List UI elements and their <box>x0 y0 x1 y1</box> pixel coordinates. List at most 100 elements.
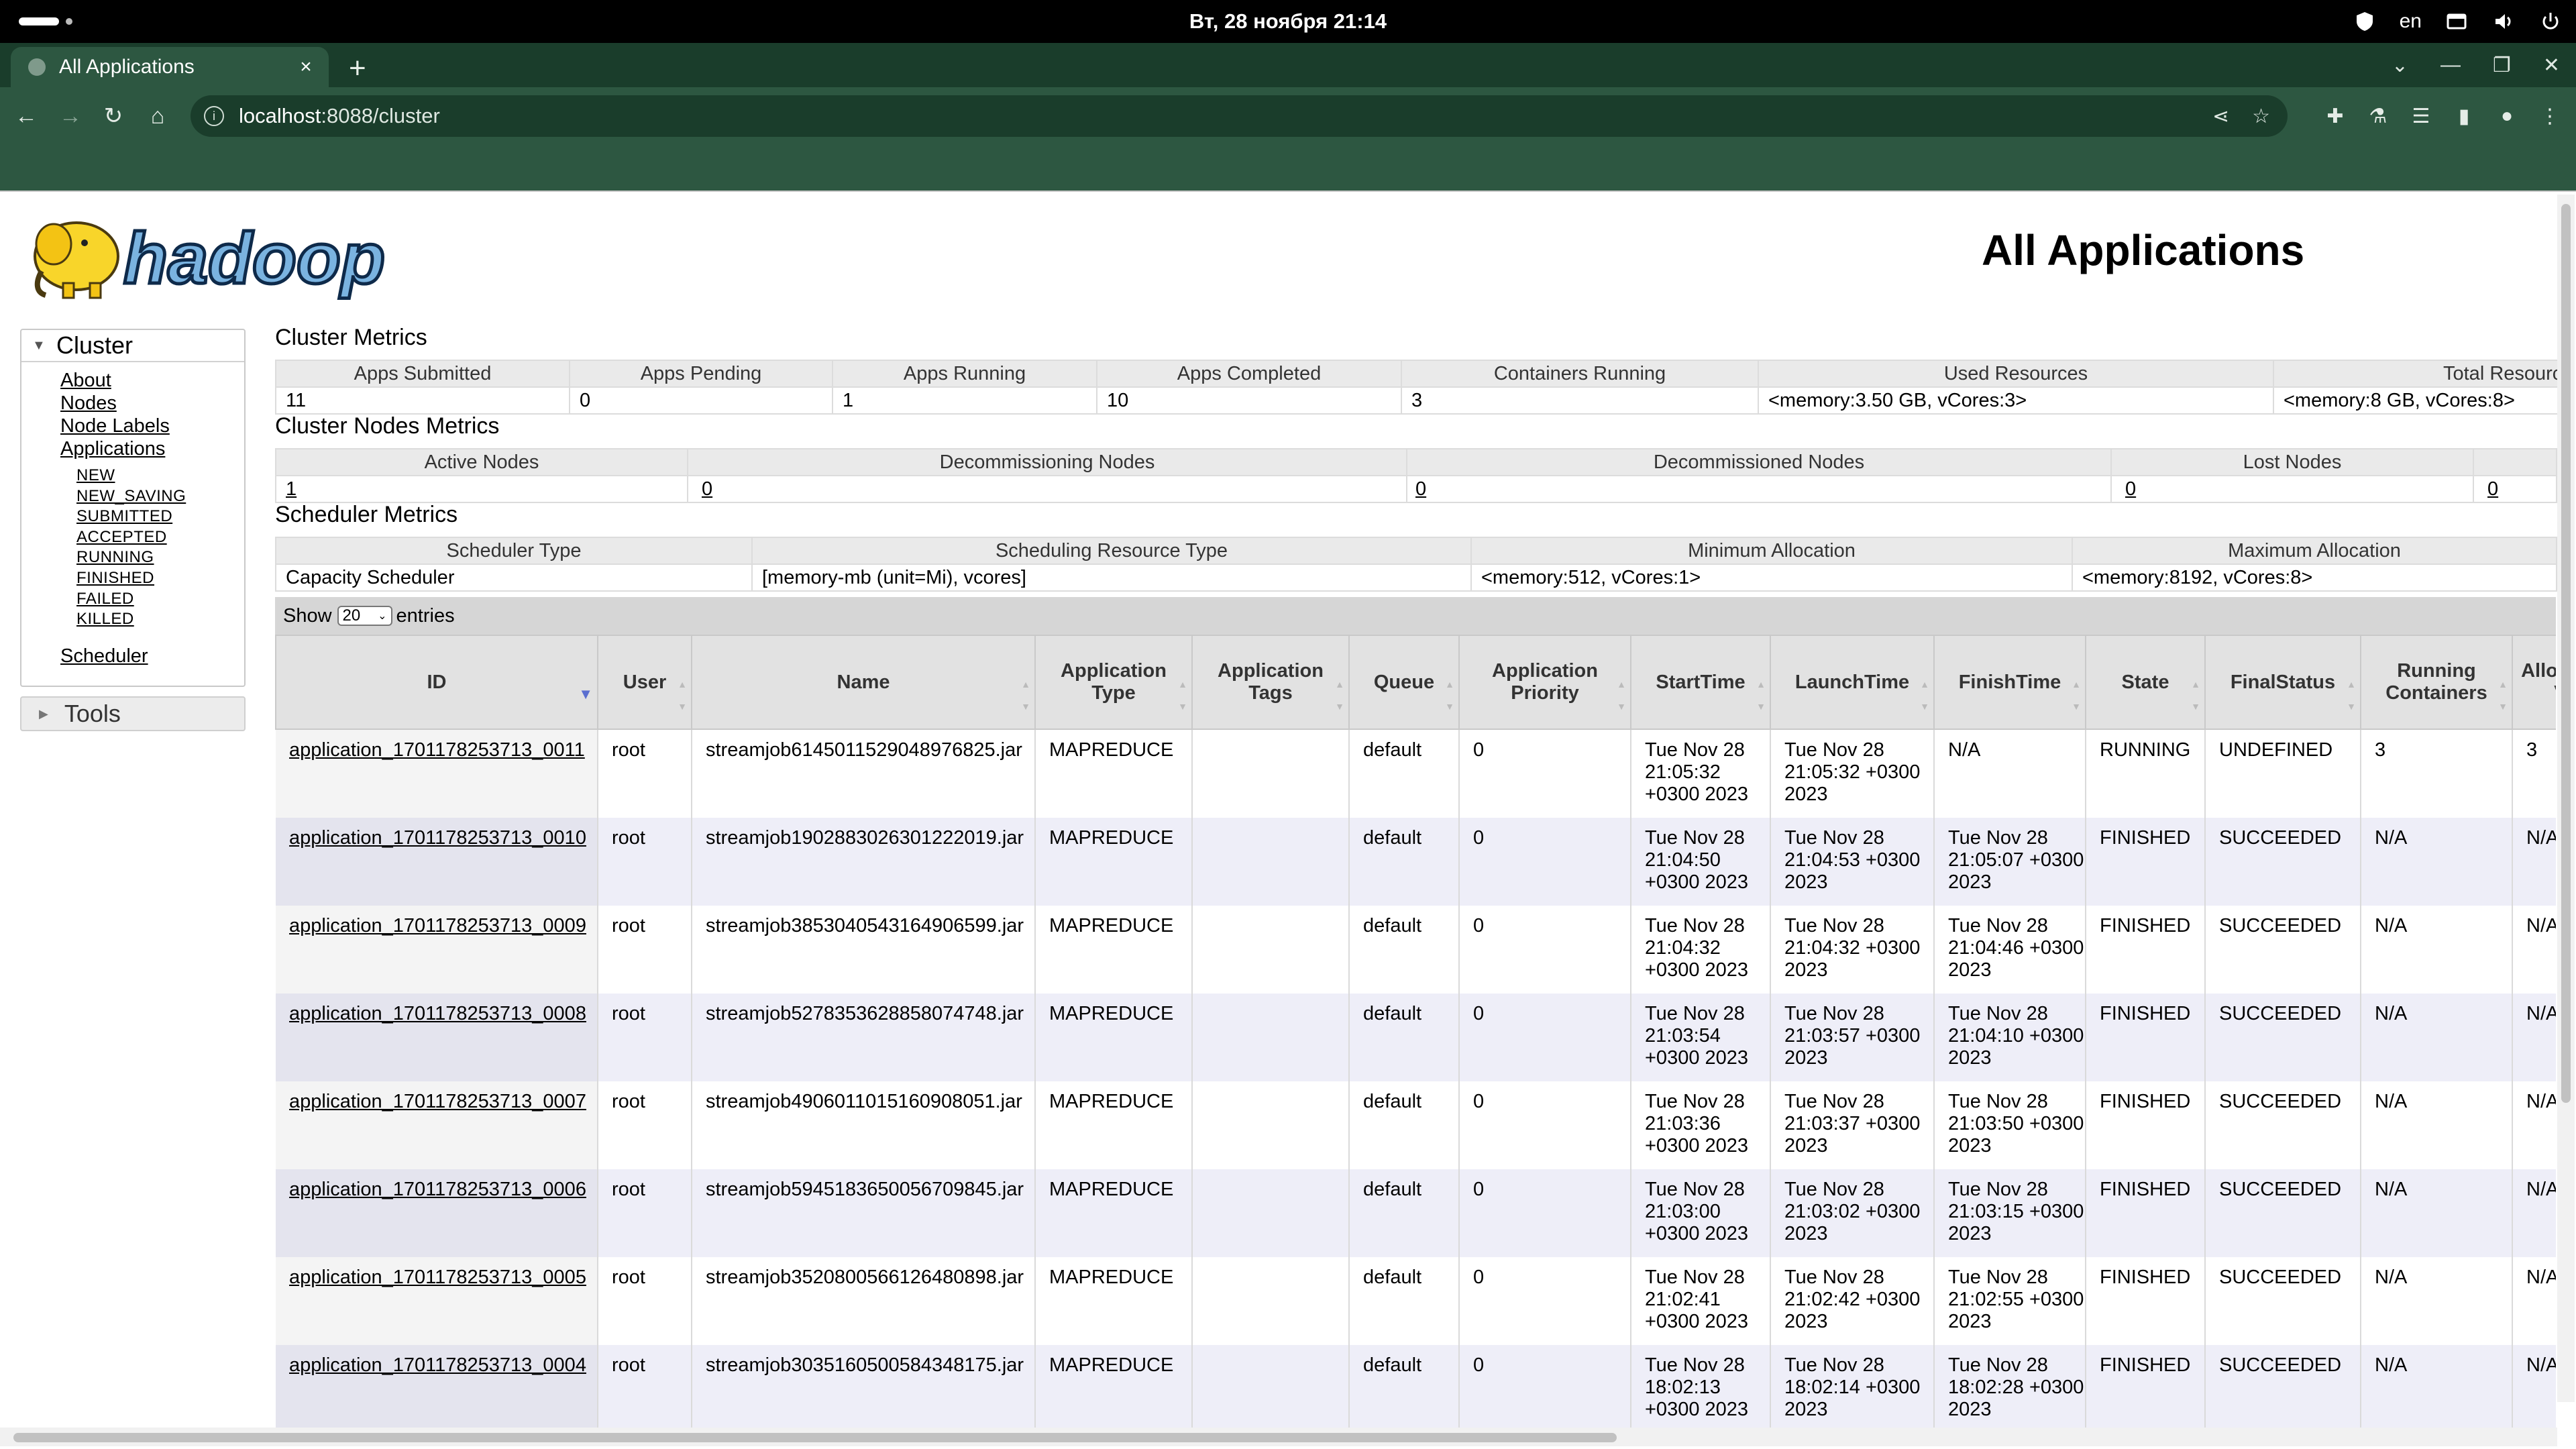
state-link-new-saving[interactable]: NEW_SAVING <box>76 486 244 507</box>
close-window-icon[interactable]: ✕ <box>2543 54 2560 77</box>
bookmark-star-icon[interactable]: ☆ <box>2252 105 2270 128</box>
app-id-link[interactable]: application_1701178253713_0010 <box>289 827 586 849</box>
app-id-cell: application_1701178253713_0008 <box>276 994 598 1081</box>
screen-icon[interactable] <box>2445 9 2469 34</box>
column-header-priority[interactable]: Application Priority ▲ ▼ <box>1458 635 1631 730</box>
lab-flask-icon[interactable]: ⚗ <box>2367 105 2390 128</box>
back-icon[interactable]: ← <box>15 103 38 129</box>
column-header-name[interactable]: Name ▲ ▼ <box>691 635 1036 730</box>
browser-tab[interactable]: All Applications × <box>11 47 329 87</box>
metric-header: Total Resources <box>2273 360 2571 388</box>
app-start-time-cell: Tue Nov 28 21:04:50 +0300 2023 <box>1631 818 1771 906</box>
app-id-link[interactable]: application_1701178253713_0006 <box>289 1179 586 1200</box>
tab-close-icon[interactable]: × <box>292 56 319 78</box>
state-link-failed[interactable]: FAILED <box>76 589 244 610</box>
vertical-scrollbar[interactable] <box>2557 195 2575 1402</box>
app-id-link[interactable]: application_1701178253713_0011 <box>289 739 585 761</box>
restore-icon[interactable]: ❐ <box>2493 54 2511 77</box>
vertical-scroll-thumb[interactable] <box>2561 204 2571 1103</box>
active-nodes-link[interactable]: 1 <box>286 478 297 500</box>
app-allocated-vcores-cell: N/A <box>2512 994 2556 1081</box>
decommissioned-nodes-link[interactable]: 0 <box>1415 478 1426 500</box>
column-header-finalstatus[interactable]: FinalStatus ▲ ▼ <box>2204 635 2361 730</box>
nav-link-about[interactable]: About <box>60 369 244 392</box>
nav-link-node-labels[interactable]: Node Labels <box>60 415 244 437</box>
app-id-link[interactable]: application_1701178253713_0007 <box>289 1091 586 1112</box>
profile-avatar-icon[interactable]: ● <box>2496 105 2518 127</box>
media-queue-icon[interactable]: ☰ <box>2410 105 2432 128</box>
app-tags-cell <box>1192 729 1350 818</box>
column-header-type[interactable]: Application Type ▲ ▼ <box>1034 635 1193 730</box>
table-row: application_1701178253713_0004 root stream… <box>276 1345 2556 1433</box>
column-header-starttime[interactable]: StartTime ▲ ▼ <box>1630 635 1771 730</box>
app-queue-cell: default <box>1349 1081 1460 1169</box>
state-link-finished[interactable]: FINISHED <box>76 568 244 589</box>
nav-link-applications[interactable]: Applications <box>60 437 244 460</box>
power-icon[interactable] <box>2538 9 2563 34</box>
app-priority-cell: 0 <box>1459 729 1631 818</box>
minimize-icon[interactable]: — <box>2440 54 2461 76</box>
horizontal-scrollbar[interactable] <box>0 1428 2557 1446</box>
home-icon[interactable]: ⌂ <box>148 103 168 129</box>
tab-search-icon[interactable]: ⌄ <box>2392 54 2408 77</box>
nav-link-nodes[interactable]: Nodes <box>60 392 244 415</box>
state-link-accepted[interactable]: ACCEPTED <box>76 527 244 548</box>
state-link-running[interactable]: RUNNING <box>76 547 244 568</box>
sort-desc-icon: ▼ <box>578 686 593 702</box>
column-header-state[interactable]: State ▲ ▼ <box>2085 635 2206 730</box>
nav-link-scheduler[interactable]: Scheduler <box>60 645 148 667</box>
app-id-link[interactable]: application_1701178253713_0009 <box>289 915 586 936</box>
app-running-containers-cell: N/A <box>2361 1345 2513 1433</box>
tools-nav-header[interactable]: ▶ Tools <box>20 696 246 731</box>
new-tab-button[interactable]: + <box>349 52 366 85</box>
forward-icon[interactable]: → <box>59 103 82 129</box>
page-size-select[interactable]: 20 ⌄ <box>337 606 392 626</box>
column-header-running-containers[interactable]: Running Containers ▲ ▼ <box>2360 635 2513 730</box>
unhealthy-nodes-link[interactable]: 0 <box>2487 478 2498 500</box>
app-id-link[interactable]: application_1701178253713_0004 <box>289 1354 586 1376</box>
nodes-metrics-value-row: 1 0 0 0 0 <box>275 475 2557 503</box>
cluster-metrics-table: Apps Submitted Apps Pending Apps Running… <box>275 360 2571 415</box>
app-name-cell: streamjob5945183650056709845.jar <box>692 1169 1036 1257</box>
clock[interactable]: Вт, 28 ноября 21:14 <box>0 0 2576 43</box>
state-link-killed[interactable]: KILLED <box>76 609 244 630</box>
horizontal-scroll-thumb[interactable] <box>13 1433 1617 1442</box>
column-header-launchtime[interactable]: LaunchTime ▲ ▼ <box>1770 635 1935 730</box>
column-header-id[interactable]: ID ▼ <box>275 635 598 730</box>
site-info-icon[interactable]: i <box>204 106 224 126</box>
metric-value: Capacity Scheduler <box>275 564 753 592</box>
app-user-cell: root <box>598 729 692 818</box>
app-name-cell: streamjob3520800566126480898.jar <box>692 1257 1036 1345</box>
column-header-allocated-vcores[interactable]: Allocated CPU VCores <box>2512 635 2556 730</box>
tools-nav-label: Tools <box>64 700 121 727</box>
menu-kebab-icon[interactable]: ⋮ <box>2538 105 2561 128</box>
share-icon[interactable]: ⋖ <box>2212 105 2229 128</box>
app-id-link[interactable]: application_1701178253713_0008 <box>289 1003 586 1024</box>
sort-icon: ▲ ▼ <box>678 679 687 712</box>
reload-icon[interactable]: ↻ <box>103 103 123 129</box>
logo-text: hadoop <box>123 217 385 299</box>
decommissioning-nodes-link[interactable]: 0 <box>702 478 712 500</box>
app-final-status-cell: SUCCEEDED <box>2205 906 2361 994</box>
volume-icon[interactable] <box>2491 9 2516 34</box>
column-header-tags[interactable]: Application Tags ▲ ▼ <box>1191 635 1350 730</box>
cluster-nav-header[interactable]: ▼ Cluster <box>21 330 244 362</box>
metric-value: 10 <box>1096 386 1402 415</box>
side-panel-icon[interactable]: ▮ <box>2453 105 2475 128</box>
url-text[interactable]: localhost:8088/cluster <box>239 104 2212 128</box>
language-indicator[interactable]: en <box>2400 10 2422 33</box>
shield-icon[interactable] <box>2353 9 2377 34</box>
url-host: localhost <box>239 104 321 127</box>
hadoop-logo[interactable]: hadoop <box>23 204 425 303</box>
state-link-submitted[interactable]: SUBMITTED <box>76 506 244 527</box>
lost-nodes-link[interactable]: 0 <box>2125 478 2136 500</box>
column-header-queue[interactable]: Queue ▲ ▼ <box>1348 635 1460 730</box>
column-header-finishtime[interactable]: FinishTime ▲ ▼ <box>1933 635 2086 730</box>
column-header-user[interactable]: User ▲ ▼ <box>597 635 692 730</box>
state-link-new[interactable]: NEW <box>76 466 244 486</box>
app-id-link[interactable]: application_1701178253713_0005 <box>289 1267 586 1288</box>
extensions-puzzle-icon[interactable]: ✚ <box>2324 105 2347 128</box>
address-bar[interactable]: i localhost:8088/cluster ⋖ ☆ <box>191 95 2288 137</box>
bookmarks-bar <box>0 145 2576 191</box>
app-tags-cell <box>1192 1345 1350 1433</box>
